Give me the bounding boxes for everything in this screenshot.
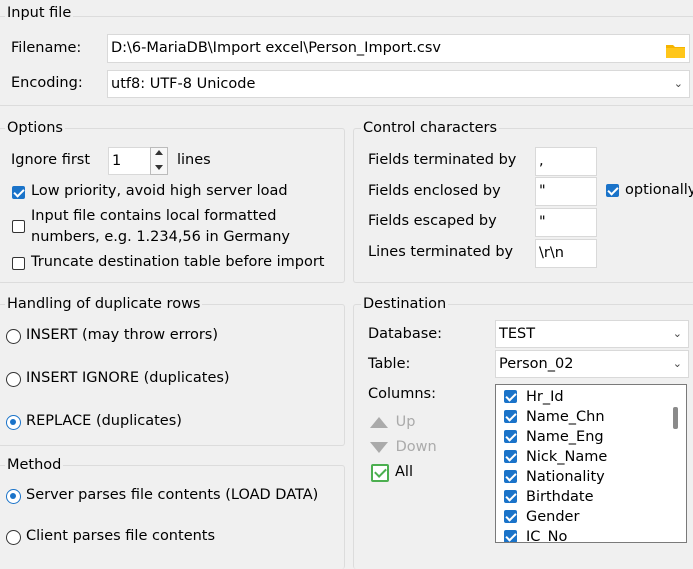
- column-item[interactable]: Gender: [496, 507, 666, 527]
- columns-list[interactable]: Hr_Id Name_Chn Name_Eng Nick_Name Nationalit…: [495, 384, 687, 543]
- insert-ignore-label: INSERT IGNORE (duplicates): [26, 370, 230, 386]
- table-select[interactable]: Person_02 ⌄: [495, 350, 689, 378]
- destination-legend: Destination: [361, 296, 449, 312]
- folder-icon[interactable]: [666, 41, 685, 58]
- insert-radio[interactable]: [6, 329, 21, 344]
- database-value: TEST: [499, 326, 536, 342]
- ignore-first-label: Ignore first: [11, 152, 91, 168]
- client-parse-label: Client parses file contents: [26, 528, 216, 544]
- filename-label: Filename:: [11, 40, 82, 56]
- lines-label: lines: [177, 152, 211, 168]
- replace-radio[interactable]: [6, 415, 21, 430]
- local-numbers-label-1: Input file contains local formatted: [31, 208, 277, 224]
- options-legend: Options: [5, 120, 65, 136]
- column-checkbox[interactable]: [504, 530, 517, 542]
- server-parse-label: Server parses file contents (LOAD DATA): [26, 487, 319, 503]
- table-value: Person_02: [499, 356, 574, 372]
- all-checkbox[interactable]: [371, 464, 389, 482]
- lines-terminated-input[interactable]: \r\n: [535, 239, 597, 268]
- triangle-up-icon: [370, 416, 388, 428]
- chevron-down-icon: ⌄: [673, 77, 683, 90]
- insert-label: INSERT (may throw errors): [26, 327, 219, 343]
- column-label: Nationality: [526, 469, 605, 485]
- filename-field[interactable]: D:\6-MariaDB\Import excel\Person_Import.…: [107, 34, 690, 63]
- replace-label: REPLACE (duplicates): [26, 413, 182, 429]
- spin-down-icon[interactable]: [155, 165, 163, 170]
- column-item[interactable]: IC_No: [496, 527, 666, 543]
- column-checkbox[interactable]: [504, 510, 517, 523]
- column-label: Name_Chn: [526, 409, 605, 425]
- database-label: Database:: [368, 326, 443, 342]
- ignore-first-value: 1: [112, 153, 122, 169]
- fields-terminated-value: ,: [539, 153, 544, 169]
- fields-enclosed-input[interactable]: ": [535, 177, 597, 206]
- ignore-first-spinner[interactable]: 1: [108, 147, 151, 175]
- chevron-down-icon: ⌄: [672, 327, 682, 340]
- spinner-buttons[interactable]: [150, 147, 168, 175]
- all-label: All: [395, 464, 413, 480]
- table-label: Table:: [368, 356, 411, 372]
- lines-terminated-value: \r\n: [539, 245, 564, 261]
- optionally-checkbox[interactable]: [606, 184, 619, 197]
- column-checkbox[interactable]: [504, 410, 517, 423]
- column-item[interactable]: Hr_Id: [496, 387, 666, 407]
- column-label: Hr_Id: [526, 389, 564, 405]
- column-checkbox[interactable]: [504, 450, 517, 463]
- method-legend: Method: [5, 457, 64, 473]
- fields-enclosed-value: ": [539, 183, 546, 199]
- lines-terminated-label: Lines terminated by: [368, 244, 514, 260]
- triangle-down-icon: [370, 441, 388, 453]
- database-select[interactable]: TEST ⌄: [495, 320, 689, 348]
- chevron-down-icon: ⌄: [672, 357, 682, 370]
- truncate-label: Truncate destination table before import: [31, 254, 325, 270]
- column-item[interactable]: Birthdate: [496, 487, 666, 507]
- column-item[interactable]: Nationality: [496, 467, 666, 487]
- control-chars-legend: Control characters: [361, 120, 500, 136]
- filename-value: D:\6-MariaDB\Import excel\Person_Import.…: [111, 40, 442, 56]
- local-numbers-checkbox[interactable]: [12, 220, 25, 233]
- column-item[interactable]: Name_Chn: [496, 407, 666, 427]
- column-label: Gender: [526, 509, 580, 525]
- low-priority-checkbox[interactable]: [12, 186, 25, 199]
- column-label: Name_Eng: [526, 429, 604, 445]
- fields-terminated-label: Fields terminated by: [368, 152, 517, 168]
- low-priority-label: Low priority, avoid high server load: [31, 183, 288, 199]
- column-label: Nick_Name: [526, 449, 608, 465]
- insert-ignore-radio[interactable]: [6, 372, 21, 387]
- method-group: [0, 465, 345, 569]
- input-file-legend: Input file: [5, 5, 74, 21]
- column-label: Birthdate: [526, 489, 594, 505]
- fields-escaped-input[interactable]: ": [535, 208, 597, 237]
- duplicates-legend: Handling of duplicate rows: [5, 296, 203, 312]
- move-up-label: Up: [395, 414, 416, 430]
- move-up-button[interactable]: Up: [370, 414, 415, 430]
- column-checkbox[interactable]: [504, 490, 517, 503]
- encoding-label: Encoding:: [11, 75, 83, 91]
- move-down-button[interactable]: Down: [370, 439, 437, 455]
- column-label: IC_No: [526, 529, 568, 543]
- move-down-label: Down: [395, 439, 437, 455]
- column-checkbox[interactable]: [504, 390, 517, 403]
- client-parse-radio[interactable]: [6, 530, 21, 545]
- truncate-checkbox[interactable]: [12, 257, 25, 270]
- spin-up-icon[interactable]: [155, 150, 163, 155]
- fields-escaped-label: Fields escaped by: [368, 213, 497, 229]
- column-item[interactable]: Nick_Name: [496, 447, 666, 467]
- encoding-select[interactable]: utf8: UTF-8 Unicode ⌄: [107, 70, 690, 98]
- column-item[interactable]: Name_Eng: [496, 427, 666, 447]
- optionally-label: optionally: [625, 182, 693, 198]
- column-checkbox[interactable]: [504, 470, 517, 483]
- fields-escaped-value: ": [539, 214, 546, 230]
- fields-terminated-input[interactable]: ,: [535, 147, 597, 176]
- server-parse-radio[interactable]: [6, 489, 21, 504]
- local-numbers-label-2: numbers, e.g. 1.234,56 in Germany: [31, 229, 290, 245]
- fields-enclosed-label: Fields enclosed by: [368, 183, 501, 199]
- scrollbar-thumb[interactable]: [673, 407, 678, 429]
- encoding-value: utf8: UTF-8 Unicode: [111, 76, 256, 92]
- column-checkbox[interactable]: [504, 430, 517, 443]
- columns-label: Columns:: [368, 386, 436, 402]
